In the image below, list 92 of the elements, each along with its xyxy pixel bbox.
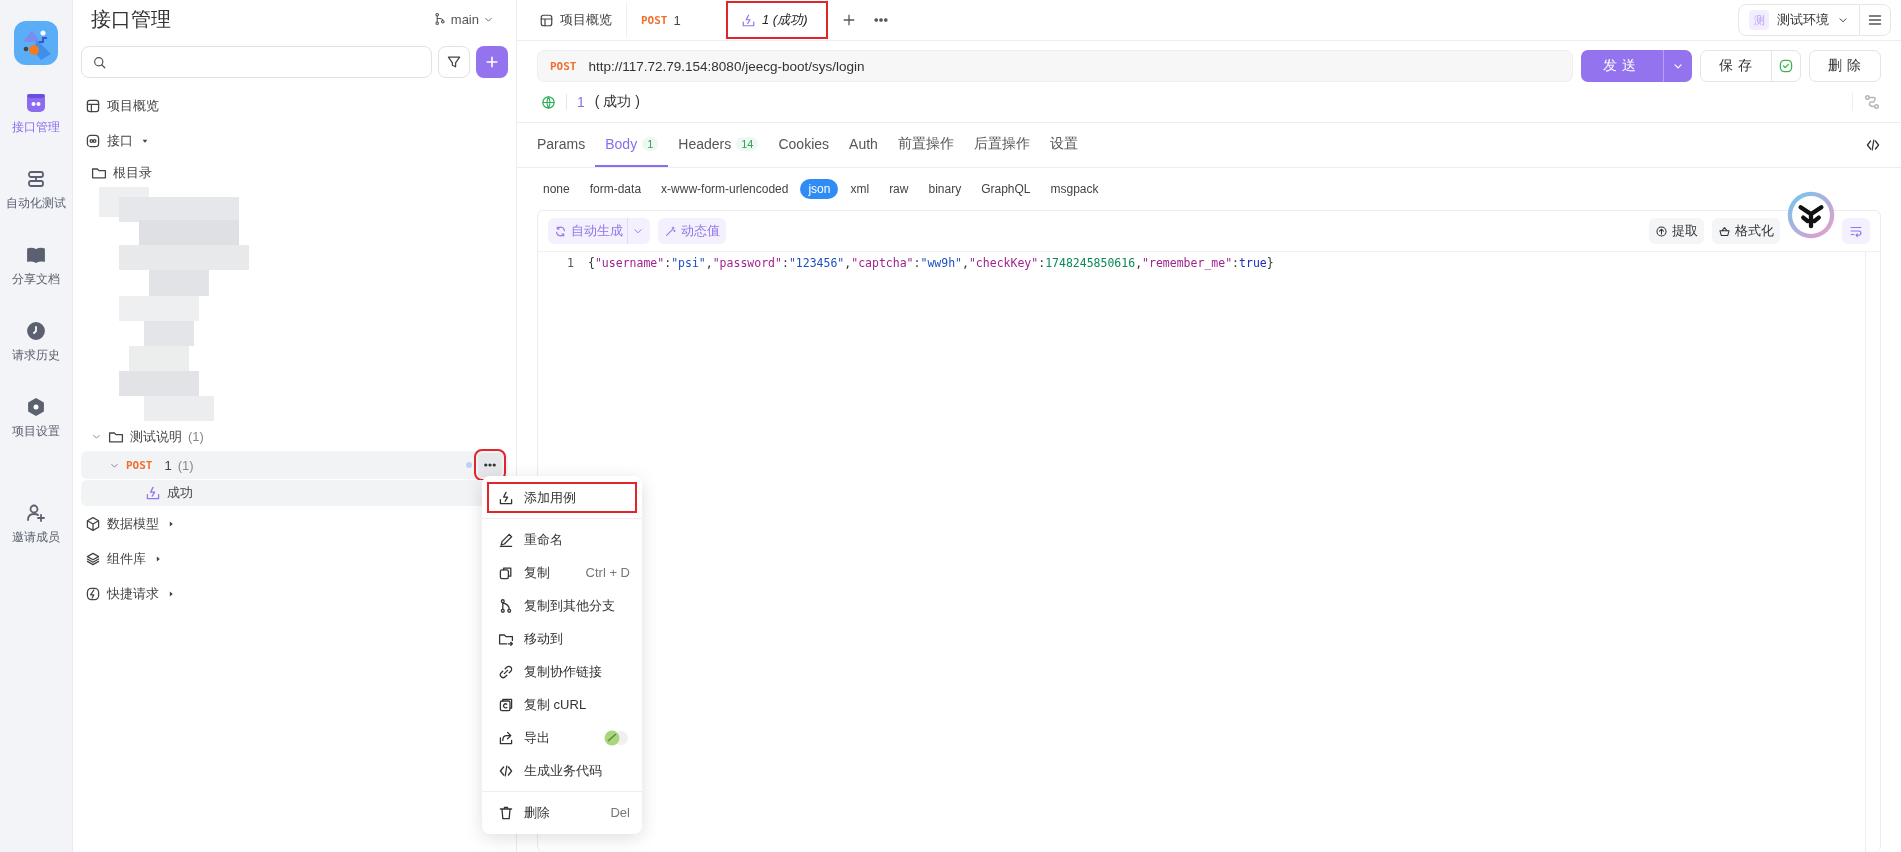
editor-tab[interactable]: 项目概览: [525, 2, 627, 38]
layers-icon: [85, 550, 101, 567]
param-tab[interactable]: Headers 14: [668, 123, 769, 167]
delete-button[interactable]: 删除: [1809, 50, 1881, 82]
body-type-option[interactable]: x-www-form-urlencoded: [653, 179, 797, 199]
param-tab[interactable]: 前置操作: [887, 123, 964, 167]
lightning-icon: [85, 585, 101, 602]
search-icon: [92, 54, 107, 70]
editor-tab[interactable]: POST 1: [627, 2, 727, 38]
hexagon-icon: [26, 396, 46, 417]
filter-button[interactable]: [438, 46, 470, 78]
nav-item[interactable]: 项目设置: [0, 380, 73, 456]
request-item[interactable]: POST 1 (1): [81, 451, 508, 479]
param-tab[interactable]: 后置操作: [963, 123, 1040, 167]
menu-item[interactable]: 复制 cURL: [482, 688, 642, 721]
extract-button[interactable]: 提取: [1649, 218, 1704, 244]
case-id: 1: [577, 94, 585, 110]
branch-icon: [432, 12, 447, 26]
trash-icon: [498, 804, 514, 821]
param-tab[interactable]: 设置: [1039, 123, 1088, 167]
link-icon: [498, 663, 514, 680]
flow-icon: [1863, 93, 1881, 111]
upload-icon: [1655, 224, 1668, 238]
server-icon: [26, 168, 46, 189]
editor-tab[interactable]: 1 (成功): [727, 2, 827, 38]
body-type-option[interactable]: none: [535, 179, 578, 199]
format-button[interactable]: 格式化: [1712, 218, 1780, 244]
wand-icon: [664, 224, 677, 238]
clock-icon: [26, 320, 46, 341]
plus-icon: [484, 54, 500, 70]
nav-item[interactable]: 请求历史: [0, 304, 73, 380]
save-button[interactable]: 保存: [1700, 50, 1801, 82]
body-type-option[interactable]: msgpack: [1042, 179, 1107, 199]
sidebar-title: 接口管理: [91, 6, 171, 32]
refresh-icon: [554, 224, 567, 238]
case-icon: [498, 489, 514, 506]
search-field[interactable]: [81, 46, 432, 78]
body-type-option[interactable]: binary: [920, 179, 970, 199]
layout-icon: [85, 97, 101, 114]
url-field[interactable]: POST http://117.72.79.154:8080/jeecg-boot/sys/login: [537, 50, 1573, 82]
basket-icon: [1718, 224, 1731, 238]
menu-icon: [1867, 12, 1883, 28]
plus-icon: [841, 12, 857, 28]
code-icon: [1865, 137, 1881, 153]
api-icon: [26, 92, 46, 113]
body-type-option[interactable]: xml: [842, 179, 878, 199]
param-tab[interactable]: Auth: [839, 123, 888, 167]
add-button[interactable]: [476, 46, 508, 78]
body-type-option[interactable]: form-data: [581, 179, 650, 199]
case-name[interactable]: ( 成功 ): [594, 93, 640, 111]
copy-icon: [498, 696, 514, 713]
app-logo: [13, 20, 59, 66]
menu-item[interactable]: 复制协作链接: [482, 655, 642, 688]
folder-item[interactable]: 测试说明 (1): [81, 422, 508, 451]
menu-item[interactable]: 删除 Del: [482, 796, 642, 829]
body-type-option[interactable]: raw: [881, 179, 917, 199]
check-icon: [1778, 58, 1794, 74]
param-tab[interactable]: Body 1: [595, 123, 669, 167]
add-user-icon: [26, 502, 46, 523]
branch-icon: [498, 597, 514, 614]
case-icon: [741, 12, 756, 28]
filter-icon: [446, 54, 462, 70]
wrap-icon: [1849, 224, 1863, 238]
menu-item[interactable]: 移动到: [482, 622, 642, 655]
branch-selector[interactable]: main: [428, 7, 498, 31]
tree-item[interactable]: 项目概览: [81, 88, 508, 123]
nav-item[interactable]: 邀请成员: [0, 486, 73, 562]
environment-badge: 测: [1749, 10, 1769, 30]
assistant-icon[interactable]: [1786, 190, 1836, 240]
nav-item[interactable]: 接口管理: [0, 76, 73, 152]
environment-selector[interactable]: 测 测试环境: [1738, 4, 1891, 36]
param-tab[interactable]: Cookies: [768, 123, 840, 167]
status-dot: [466, 462, 472, 468]
wrap-button[interactable]: [1842, 218, 1870, 244]
folder-item[interactable]: 根目录: [81, 158, 508, 187]
send-button[interactable]: 发送: [1581, 50, 1692, 82]
tree-section[interactable]: 接口: [81, 123, 508, 158]
pencil-icon: [498, 531, 514, 548]
nav-item[interactable]: 自动化测试: [0, 152, 73, 228]
param-tab[interactable]: Params: [527, 123, 596, 167]
nav-item[interactable]: 分享文档: [0, 228, 73, 304]
cube-icon: [85, 515, 101, 532]
case-icon: [145, 485, 161, 501]
menu-item[interactable]: 导出: [482, 721, 642, 754]
line-number: 1: [566, 256, 575, 270]
code-line: {"username":"psi","password":"123456","captcha":"ww9h","checkKey":1748245850616,"remember_me":true}: [588, 256, 1274, 270]
api-icon: [85, 132, 101, 149]
body-type-option[interactable]: GraphQL: [973, 179, 1039, 199]
export-icon: [498, 729, 514, 746]
globe-icon: [541, 94, 556, 110]
layout-icon: [539, 12, 554, 28]
menu-item[interactable]: 生成业务代码: [482, 754, 642, 787]
